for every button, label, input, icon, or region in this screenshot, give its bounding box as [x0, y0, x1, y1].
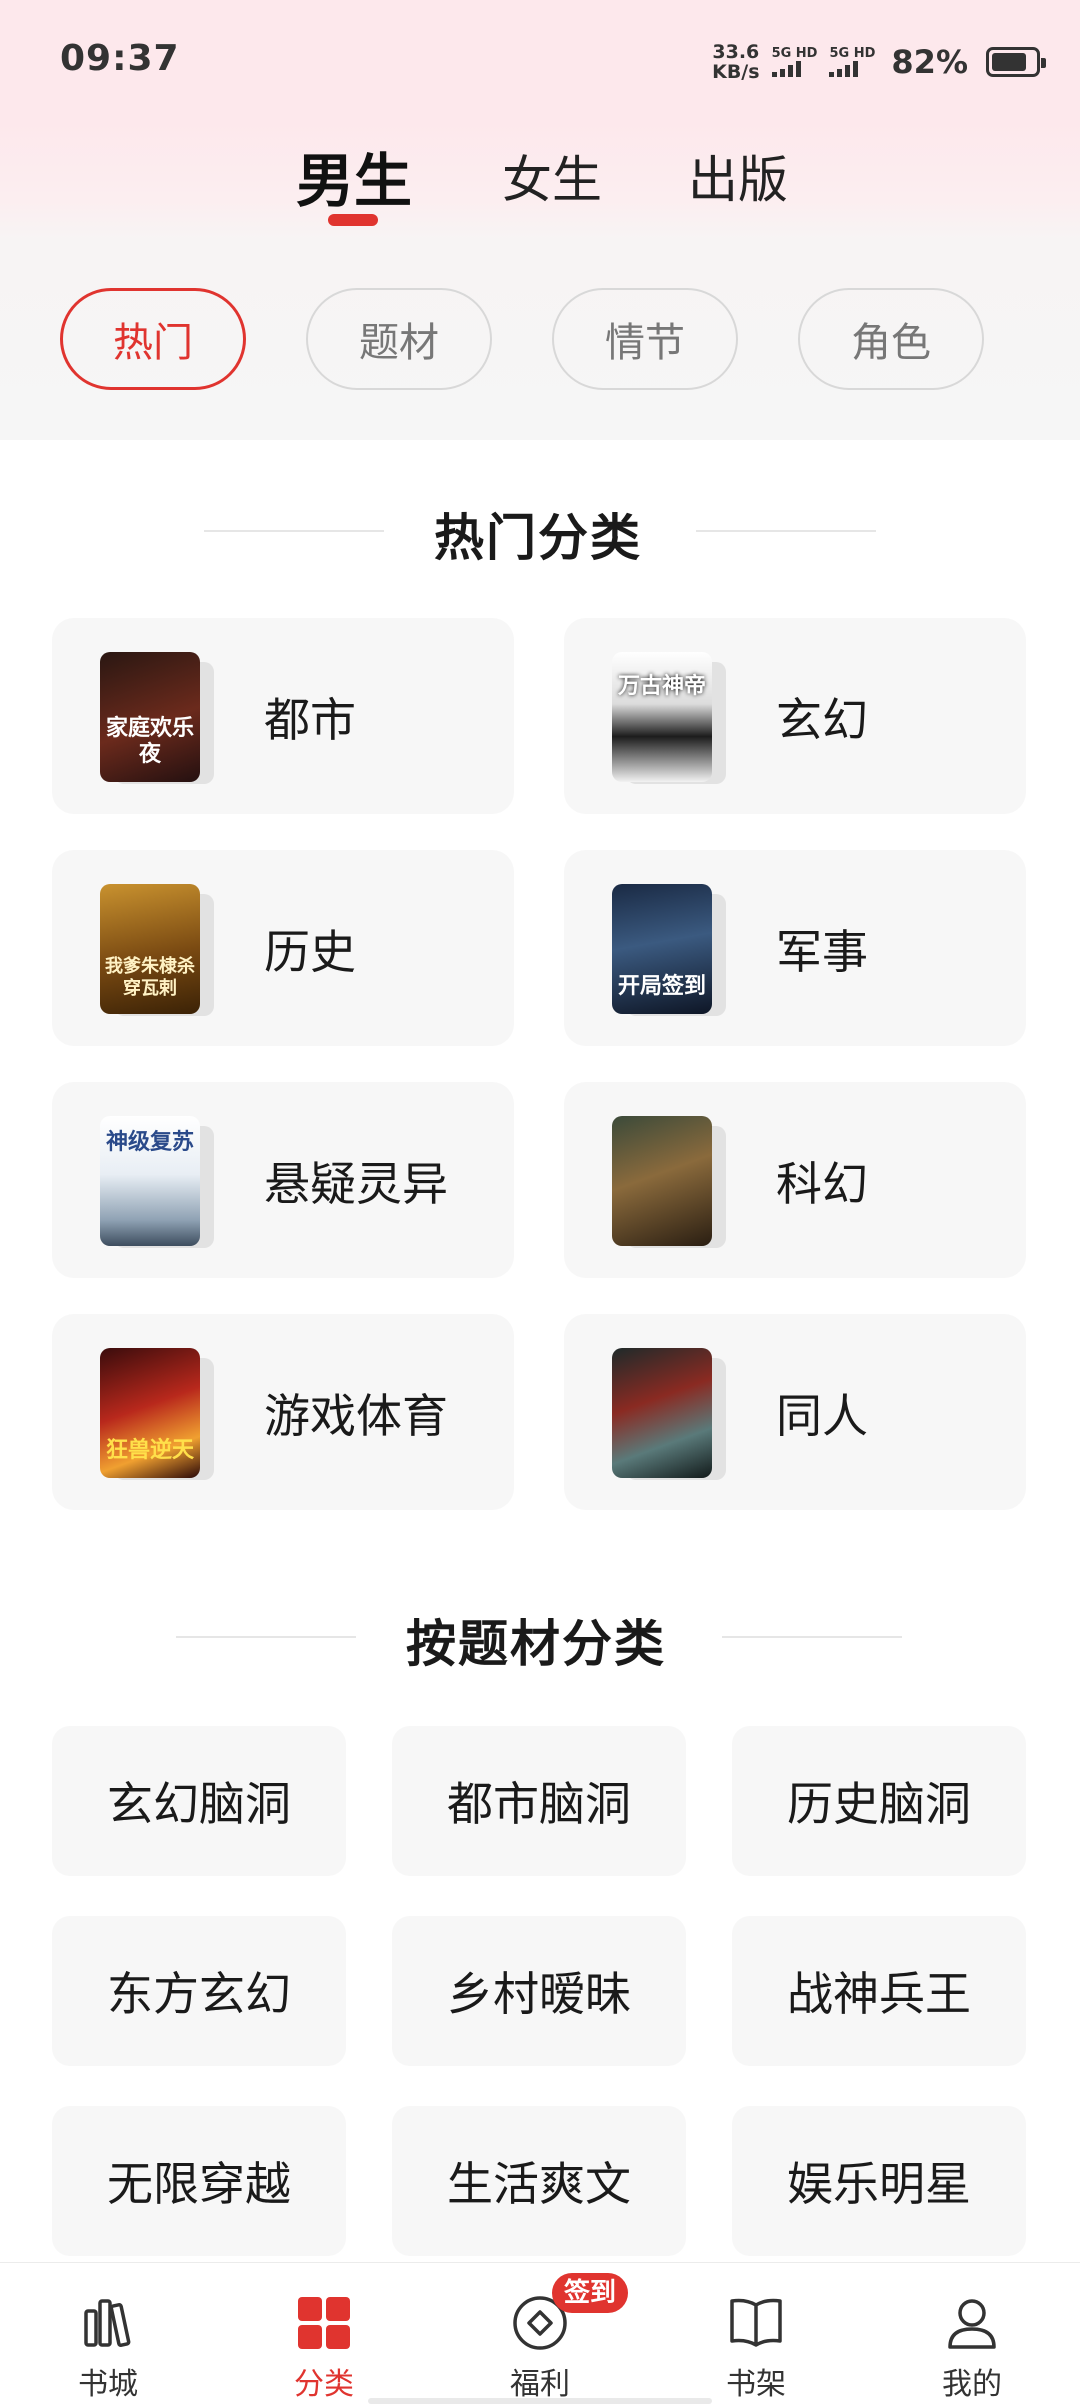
section-title-topic: 按题材分类 [406, 1615, 666, 1673]
cover-title: 万古神帝 [617, 674, 706, 699]
bookshelf-icon [730, 2298, 782, 2347]
category-content: 热门分类 家庭欢乐夜 都市 万古神帝 玄幻 我爹朱棣杀穿瓦剌 历史 开局签到 军… [0, 440, 1080, 2260]
hot-category-card[interactable]: 神级复苏 悬疑灵异 [52, 1082, 514, 1278]
hot-category-card[interactable]: 万古神帝 玄幻 [564, 618, 1026, 814]
divider-left [204, 530, 384, 532]
nav-welfare[interactable]: 签到 福利 [432, 2263, 648, 2408]
topic-card[interactable]: 玄幻脑洞 [52, 1726, 346, 1876]
hot-category-label: 军事 [776, 925, 868, 979]
sim2-label: 5G HD [829, 46, 876, 61]
battery-percent: 82% [891, 43, 968, 81]
topic-card[interactable]: 都市脑洞 [392, 1726, 686, 1876]
nav-category[interactable]: 分类 [216, 2263, 432, 2408]
nav-bookshelf[interactable]: 书架 [648, 2263, 864, 2408]
profile-icon [948, 2299, 996, 2349]
sim1-label: 5G HD [771, 46, 818, 61]
book-cover [612, 1116, 728, 1248]
nav-label: 我的 [942, 2367, 1002, 2402]
book-cover: 家庭欢乐夜 [100, 652, 216, 784]
section-title-hot: 热门分类 [434, 509, 642, 567]
hot-category-label: 都市 [264, 693, 356, 747]
nav-label: 福利 [510, 2367, 570, 2402]
checkin-badge[interactable]: 签到 [552, 2273, 629, 2313]
hot-category-card[interactable]: 开局签到 军事 [564, 850, 1026, 1046]
hot-category-label: 同人 [776, 1389, 868, 1443]
book-cover: 万古神帝 [612, 652, 728, 784]
filter-role[interactable]: 角色 [798, 288, 984, 390]
gender-tabs: 男生 女生 出版 [0, 140, 1080, 240]
topic-card[interactable]: 娱乐明星 [732, 2106, 1026, 2256]
topic-card[interactable]: 战神兵王 [732, 1916, 1026, 2066]
cover-title: 我爹朱棣杀穿瓦剌 [105, 956, 195, 999]
hot-category-label: 游戏体育 [264, 1389, 448, 1443]
cover-title: 家庭欢乐夜 [105, 716, 194, 767]
network-speed-value: 33.6 [712, 41, 760, 63]
category-grid-icon [298, 2297, 350, 2349]
tab-female[interactable]: 女生 [502, 140, 602, 212]
nav-label: 书架 [726, 2367, 786, 2402]
hot-category-card[interactable]: 我爹朱棣杀穿瓦剌 历史 [52, 850, 514, 1046]
hot-category-card[interactable]: 家庭欢乐夜 都市 [52, 618, 514, 814]
nav-bookstore[interactable]: 书城 [0, 2263, 216, 2408]
bottom-nav: 书城 分类 签到 福利 书架 我的 [0, 2262, 1080, 2408]
tab-male[interactable]: 男生 [296, 134, 412, 218]
nav-label: 书城 [78, 2367, 138, 2402]
nav-profile[interactable]: 我的 [864, 2263, 1080, 2408]
divider-right [722, 1636, 902, 1638]
book-cover [612, 1348, 728, 1480]
cover-title: 开局签到 [617, 974, 706, 999]
hot-category-label: 悬疑灵异 [264, 1157, 448, 1211]
active-tab-indicator [328, 214, 378, 226]
tab-publish[interactable]: 出版 [688, 140, 788, 212]
filter-topic[interactable]: 题材 [306, 288, 492, 390]
book-cover: 狂兽逆天 [100, 1348, 216, 1480]
status-time: 09:37 [60, 38, 180, 79]
hot-category-label: 历史 [264, 925, 356, 979]
signal-icon-sim1: 5G HD [771, 46, 818, 77]
divider-left [176, 1636, 356, 1638]
filter-plot[interactable]: 情节 [552, 288, 738, 390]
topic-card[interactable]: 历史脑洞 [732, 1726, 1026, 1876]
home-indicator[interactable] [368, 2398, 712, 2404]
filter-hot[interactable]: 热门 [60, 288, 246, 390]
hot-category-card[interactable]: 同人 [564, 1314, 1026, 1510]
bookstore-icon [84, 2299, 131, 2347]
network-speed-unit: KB/s [712, 61, 760, 83]
battery-icon [986, 47, 1046, 77]
hot-category-label: 科幻 [776, 1157, 868, 1211]
book-cover: 我爹朱棣杀穿瓦剌 [100, 884, 216, 1016]
cover-title: 神级复苏 [105, 1130, 194, 1155]
status-bar: 09:37 33.6 KB/s 5G HD 5G HD 82% [0, 0, 1080, 96]
hot-category-card[interactable]: 狂兽逆天 游戏体育 [52, 1314, 514, 1510]
cover-title: 狂兽逆天 [105, 1438, 194, 1463]
signal-icon-sim2: 5G HD [829, 47, 875, 77]
divider-right [696, 530, 876, 532]
book-cover: 开局签到 [612, 884, 728, 1016]
book-cover: 神级复苏 [100, 1116, 216, 1248]
hot-category-label: 玄幻 [776, 693, 868, 747]
status-icons: 33.6 KB/s 5G HD 5G HD 82% [712, 40, 1046, 84]
network-speed: 33.6 KB/s [712, 42, 759, 82]
topic-card[interactable]: 乡村暧昧 [392, 1916, 686, 2066]
nav-label: 分类 [294, 2367, 354, 2402]
topic-card[interactable]: 无限穿越 [52, 2106, 346, 2256]
topic-card[interactable]: 生活爽文 [392, 2106, 686, 2256]
topic-card[interactable]: 东方玄幻 [52, 1916, 346, 2066]
hot-category-card[interactable]: 科幻 [564, 1082, 1026, 1278]
